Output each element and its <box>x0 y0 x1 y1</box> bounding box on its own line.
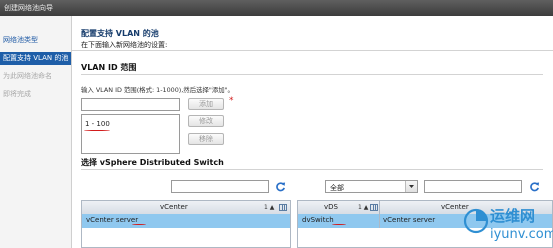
column-chooser-icon[interactable] <box>370 204 378 211</box>
watermark: 运维网 iyunv.com <box>463 202 553 248</box>
vlan-range-input[interactable] <box>81 98 180 111</box>
table-cell: vCenter server <box>86 216 139 224</box>
vcenter-table: vCenter 1 ▲ vCenter server <box>81 200 291 248</box>
watermark-logo-icon <box>463 208 489 234</box>
sidebar-item-name-pool: 为此网络池命名 <box>0 70 71 83</box>
annotation-underline <box>332 224 346 225</box>
remove-button[interactable]: 移除 <box>188 133 224 145</box>
sidebar-item-ready-to-complete: 即将完成 <box>0 88 71 101</box>
page-subtitle: 在下面输入新网络池的设置: <box>81 41 168 49</box>
divider <box>81 74 543 75</box>
dvs-filter-input[interactable] <box>424 180 522 193</box>
page-title: 配置支持 VLAN 的池 <box>81 29 159 38</box>
wizard-sidebar: 网络池类型 配置支持 VLAN 的池 为此网络池命名 即将完成 <box>0 16 72 248</box>
vcenter-filter-input[interactable] <box>171 180 269 193</box>
column-divider <box>379 214 380 228</box>
chevron-down-icon[interactable] <box>405 181 417 192</box>
annotation-underline <box>84 130 110 131</box>
column-header-vds[interactable]: vDS <box>324 203 338 211</box>
table-row[interactable]: vCenter server <box>82 214 290 228</box>
vlan-range-list[interactable]: 1 - 100 <box>81 114 180 154</box>
modify-button[interactable]: 修改 <box>188 115 224 127</box>
column-divider <box>379 201 380 214</box>
refresh-icon[interactable] <box>275 181 286 192</box>
annotation-underline <box>132 224 146 225</box>
sidebar-item-label: 为此网络池命名 <box>3 72 52 80</box>
divider <box>72 50 553 51</box>
sort-indicator[interactable]: 1 ▲ <box>264 204 274 211</box>
vlan-instruction: 输入 VLAN ID 范围(格式: 1-1000),然后选择"添加"。 <box>81 86 234 94</box>
dvs-section-heading: 选择 vSphere Distributed Switch <box>81 158 224 167</box>
list-item[interactable]: 1 - 100 <box>85 120 110 128</box>
table-header: vCenter 1 ▲ <box>82 201 290 215</box>
watermark-text: 运维网 <box>490 207 536 225</box>
window-title: 创建网络池向导 <box>4 4 53 12</box>
sidebar-item-label: 即将完成 <box>3 90 31 98</box>
column-chooser-icon[interactable] <box>279 204 287 211</box>
watermark-url: iyunv.com <box>490 227 553 242</box>
table-cell: dvSwitch <box>302 216 334 224</box>
sidebar-item-configure-vlan[interactable]: 配置支持 VLAN 的池 <box>0 52 71 65</box>
required-mark: * <box>229 96 234 106</box>
sidebar-item-network-pool-type[interactable]: 网络池类型 <box>0 34 71 47</box>
column-header-vcenter[interactable]: vCenter <box>160 203 188 211</box>
sort-indicator[interactable]: 1 ▲ <box>358 204 368 211</box>
vlan-section-heading: VLAN ID 范围 <box>81 63 137 72</box>
dropdown-value: 全部 <box>330 184 344 192</box>
sidebar-item-label: 网络池类型 <box>3 36 38 44</box>
refresh-icon[interactable] <box>529 181 540 192</box>
vcenter-dropdown[interactable]: 全部 <box>325 180 418 193</box>
window-titlebar: 创建网络池向导 <box>0 0 553 16</box>
sidebar-item-label: 配置支持 VLAN 的池 <box>3 54 69 62</box>
add-button[interactable]: 添加 <box>188 98 224 110</box>
divider <box>81 169 543 170</box>
table-cell: vCenter server <box>383 216 436 224</box>
